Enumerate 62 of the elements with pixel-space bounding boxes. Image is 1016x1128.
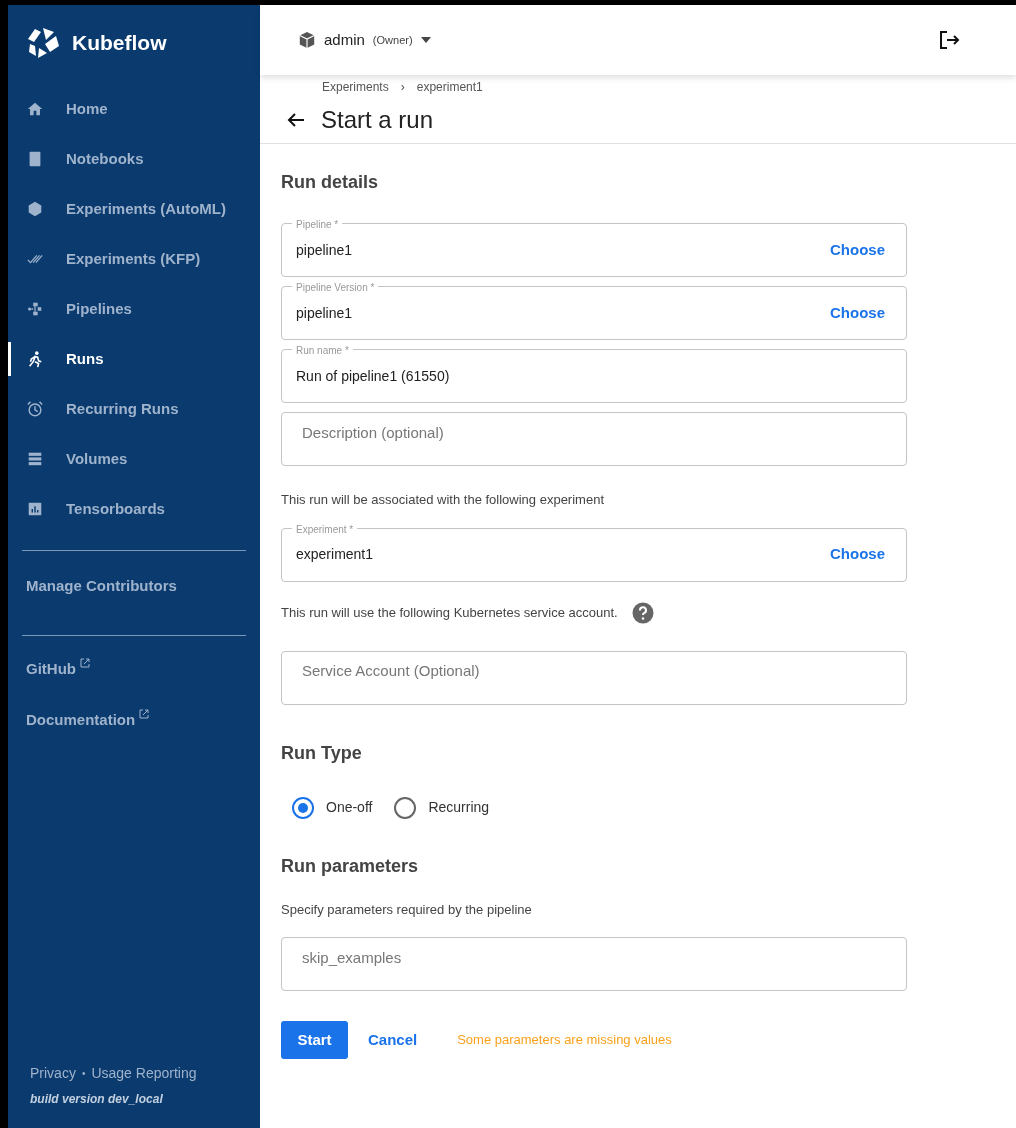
- brand-name: Kubeflow: [72, 29, 167, 56]
- breadcrumb-link[interactable]: Experiments: [322, 78, 389, 96]
- breadcrumb-link[interactable]: experiment1: [416, 78, 483, 96]
- logout-icon[interactable]: [938, 29, 960, 51]
- list-icon: [26, 450, 44, 468]
- namespace-selector[interactable]: admin (Owner): [298, 28, 431, 52]
- cube-icon: [298, 31, 316, 49]
- logo-icon: [26, 25, 60, 60]
- external-link-icon: [139, 708, 150, 719]
- radio-option[interactable]: Recurring: [394, 796, 490, 819]
- sidebar-item[interactable]: Runs: [8, 334, 260, 384]
- field-value: experiment1: [296, 545, 375, 564]
- breadcrumb-separator: ›: [400, 79, 405, 96]
- section-heading: Run parameters: [281, 854, 420, 878]
- radio-button[interactable]: [394, 796, 417, 819]
- input-field[interactable]: skip_examples: [281, 937, 907, 991]
- choose-button[interactable]: Choose: [823, 301, 892, 325]
- sidebar-item[interactable]: Notebooks: [8, 134, 260, 184]
- helper-text: Specify parameters required by the pipeline: [281, 900, 533, 919]
- alarm-clock-icon: [26, 400, 44, 418]
- pipeline-icon: [26, 300, 44, 318]
- radio-button[interactable]: [292, 796, 314, 819]
- sidebar-item[interactable]: Recurring Runs: [8, 384, 260, 434]
- page-title: Start a run: [321, 104, 434, 135]
- home-icon: [26, 100, 44, 118]
- field-label: Pipeline *: [292, 217, 343, 232]
- help-icon[interactable]: [631, 601, 654, 624]
- sidebar-item[interactable]: Volumes: [8, 434, 260, 484]
- manage-contributors-link[interactable]: Manage Contributors: [8, 551, 260, 635]
- helper-text: This run will use the following Kubernetes service account.: [281, 603, 618, 622]
- external-link-icon: [80, 658, 90, 668]
- separator-dot: •: [81, 1067, 86, 1081]
- privacy-link[interactable]: Privacy: [30, 1063, 76, 1084]
- sidebar-link[interactable]: GitHub: [26, 658, 90, 681]
- section-heading: Run details: [281, 171, 379, 194]
- bar-chart-icon: [26, 500, 44, 518]
- radio-option[interactable]: One-off: [292, 796, 373, 819]
- section-heading: Run Type: [281, 741, 363, 765]
- sidebar-item[interactable]: Tensorboards: [8, 484, 260, 534]
- hexagon-icon: [26, 200, 44, 218]
- helper-text: This run will be associated with the following experiment: [281, 491, 605, 509]
- sidebar-item[interactable]: Home: [8, 84, 260, 134]
- field-value: pipeline1: [296, 303, 354, 323]
- usage-reporting-link[interactable]: Usage Reporting: [91, 1063, 197, 1084]
- input-field[interactable]: Description (optional): [281, 412, 907, 466]
- sidebar-link[interactable]: Documentation: [26, 708, 150, 731]
- sidebar-item[interactable]: Pipelines: [8, 284, 260, 334]
- field-value: pipeline1: [296, 240, 354, 260]
- choose-button[interactable]: Choose: [823, 238, 892, 262]
- runner-icon: [26, 350, 44, 368]
- build-version: build version dev_local: [30, 1091, 164, 1108]
- input-field[interactable]: Service Account (Optional): [281, 650, 907, 705]
- dropdown-caret-icon: [420, 37, 431, 43]
- sidebar-item[interactable]: Experiments (KFP): [8, 234, 260, 284]
- start-button[interactable]: Start: [281, 1021, 348, 1059]
- field-label: Pipeline Version *: [292, 280, 379, 295]
- warning-text: Some parameters are missing values: [457, 1031, 672, 1050]
- cancel-button[interactable]: Cancel: [368, 1028, 418, 1052]
- sidebar-item[interactable]: Experiments (AutoML): [8, 184, 260, 234]
- choose-button[interactable]: Choose: [823, 543, 892, 566]
- field-value: Run of pipeline1 (61550): [296, 366, 451, 386]
- back-arrow-icon[interactable]: [287, 111, 305, 128]
